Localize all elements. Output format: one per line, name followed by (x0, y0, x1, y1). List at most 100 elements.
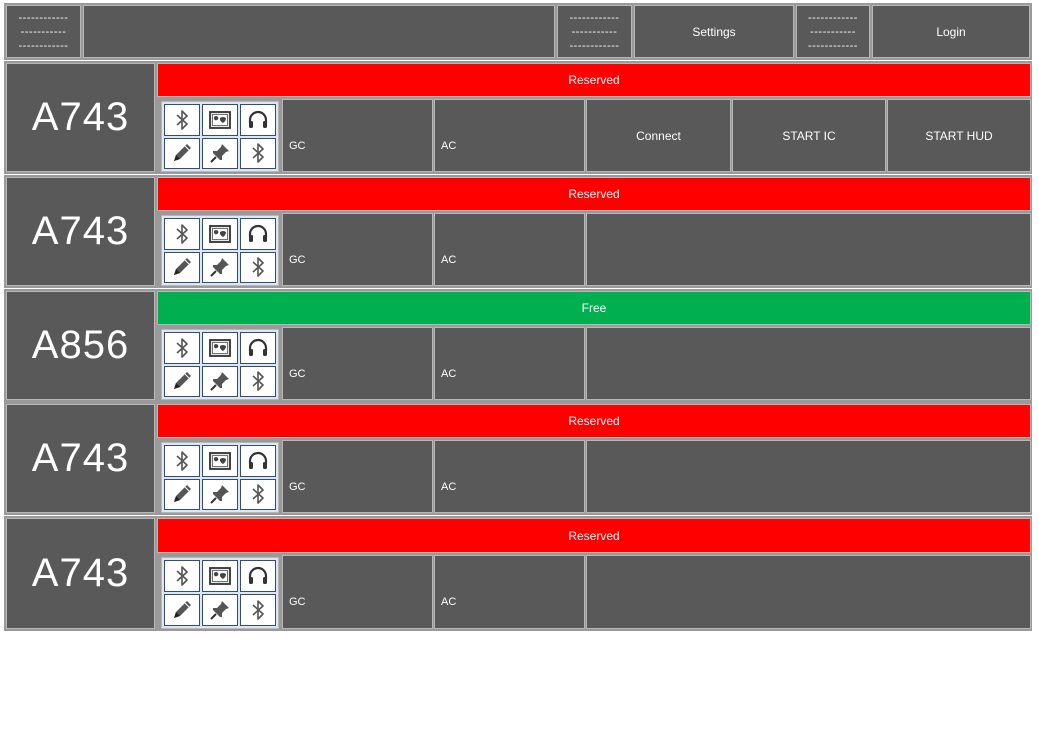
pin-icon[interactable] (202, 251, 238, 283)
placeholder-line: ------------ (808, 11, 858, 24)
tool-icon-grid (161, 101, 279, 172)
login-label: Login (936, 24, 966, 39)
pin-icon[interactable] (202, 365, 238, 397)
station-id[interactable]: A856 (6, 291, 155, 400)
bluetooth-icon[interactable] (164, 104, 200, 136)
start-hud-label: START HUD (925, 128, 993, 143)
station-id[interactable]: A743 (6, 63, 155, 172)
bluetooth-icon[interactable] (164, 332, 200, 364)
login-button[interactable]: Login (872, 5, 1030, 58)
pencil-icon[interactable] (164, 365, 200, 397)
start-ic-button[interactable]: START IC (732, 99, 886, 172)
action-area (586, 213, 1031, 286)
map-icon[interactable] (202, 218, 238, 250)
status-bar: Free (157, 291, 1031, 325)
gc-line1: E24 PRE 50 (289, 644, 350, 656)
pin-icon[interactable] (202, 478, 238, 510)
ac-line2: GIT [X] (441, 692, 476, 704)
bluetooth-icon[interactable] (164, 560, 200, 592)
pin-icon[interactable] (202, 137, 238, 169)
status-label: Reserved (568, 187, 620, 201)
station-id-label: A743 (31, 95, 130, 139)
headset-icon[interactable] (240, 332, 276, 364)
pencil-icon[interactable] (164, 478, 200, 510)
top-right-placeholder[interactable]: ------------ ----------- ------------ (796, 5, 870, 58)
connect-button[interactable]: Connect (586, 99, 731, 172)
headset-icon[interactable] (240, 218, 276, 250)
start-ic-label: START IC (782, 128, 836, 143)
station-id-label: A743 (31, 436, 130, 480)
headset-icon[interactable] (240, 560, 276, 592)
ac-title: AC (441, 254, 457, 266)
ac-title: AC (441, 368, 457, 380)
pencil-icon[interactable] (164, 251, 200, 283)
gc-title: GC (289, 596, 306, 608)
gc-info: GC E24 PRE 50 GIT [X] (282, 555, 433, 704)
pin-icon[interactable] (202, 594, 238, 626)
action-area (586, 555, 1031, 629)
ac-info: AC E24 PRE 50 GIT [X] (434, 99, 585, 248)
gc-title: GC (289, 368, 306, 380)
station-id-label: A743 (31, 209, 130, 253)
bluetooth-icon[interactable] (164, 445, 200, 477)
gc-line2: GIT [X] (289, 692, 324, 704)
action-area (586, 327, 1031, 400)
map-icon[interactable] (202, 332, 238, 364)
placeholder-line: ------------ (18, 11, 69, 24)
placeholder-line: ------------ (569, 11, 620, 24)
placeholder-line: ----------- (20, 25, 67, 38)
status-bar: Reserved (157, 177, 1031, 211)
placeholder-line: ------------ (18, 39, 69, 52)
station-id-label: A856 (31, 323, 130, 367)
status-label: Reserved (568, 414, 620, 428)
station-id[interactable]: A743 (6, 404, 155, 513)
ac-title: AC (441, 140, 457, 152)
bluetooth-icon[interactable] (240, 137, 276, 169)
settings-button[interactable]: Settings (634, 5, 794, 58)
ac-info: AC E24 PRE 50 GIT [X] (434, 213, 585, 362)
gc-info: GC E24 PRE 20 GIT [X] (282, 327, 433, 476)
station-id[interactable]: A743 (6, 177, 155, 286)
headset-icon[interactable] (240, 104, 276, 136)
tool-icon-grid (161, 329, 279, 400)
placeholder-line: ------------ (569, 39, 620, 52)
top-left-placeholder[interactable]: ------------ ----------- ------------ (6, 5, 81, 58)
bluetooth-icon[interactable] (240, 594, 276, 626)
ac-title: AC (441, 596, 457, 608)
bluetooth-icon[interactable] (240, 365, 276, 397)
settings-label: Settings (692, 24, 736, 39)
map-icon[interactable] (202, 445, 238, 477)
status-bar: Reserved (157, 63, 1031, 97)
placeholder-line: ------------ (808, 39, 858, 52)
gc-title: GC (289, 481, 306, 493)
top-mid-placeholder[interactable]: ------------ ----------- ------------ (557, 5, 632, 58)
headset-icon[interactable] (240, 445, 276, 477)
ac-info: AC E24 PRE 30 GIT [X] (434, 327, 585, 476)
tool-icon-grid (161, 557, 279, 629)
gc-info: GC E24 PRE 50 GIT [X] (282, 213, 433, 362)
pencil-icon[interactable] (164, 137, 200, 169)
status-label: Reserved (568, 73, 620, 87)
station-id[interactable]: A743 (6, 518, 155, 629)
status-bar: Reserved (157, 404, 1031, 438)
start-hud-button[interactable]: START HUD (887, 99, 1031, 172)
bluetooth-icon[interactable] (240, 251, 276, 283)
ac-line1: E24 PRE 50 (441, 644, 502, 656)
status-label: Reserved (568, 528, 620, 543)
ac-title: AC (441, 481, 457, 493)
gc-info: GC E24 PRE 50 GIT [X] (282, 440, 433, 589)
map-icon[interactable] (202, 560, 238, 592)
connect-label: Connect (636, 128, 681, 143)
pencil-icon[interactable] (164, 594, 200, 626)
gc-info: GC E24 PRE 50 GIT [X] (282, 99, 433, 248)
bluetooth-icon[interactable] (240, 478, 276, 510)
tool-icon-grid (161, 215, 279, 286)
bluetooth-icon[interactable] (164, 218, 200, 250)
placeholder-line: ----------- (810, 25, 856, 38)
map-icon[interactable] (202, 104, 238, 136)
ac-info: AC E24 PRE 50 GIT [X] (434, 555, 585, 704)
status-bar: Reserved (157, 518, 1031, 553)
gc-title: GC (289, 140, 306, 152)
status-label: Free (581, 301, 607, 315)
action-area (586, 440, 1031, 513)
